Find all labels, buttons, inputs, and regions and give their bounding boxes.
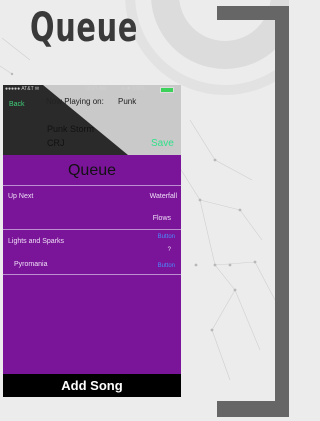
queue-heading: Queue [67, 162, 117, 179]
queue-item-button-2[interactable]: Button [158, 263, 175, 269]
battery-icon [160, 87, 174, 93]
add-song-button[interactable]: Add Song [3, 374, 181, 397]
status-battery-text: ⊕ ✱ 100% [121, 86, 145, 92]
queue-item-title[interactable]: Lights and Sparks [8, 238, 64, 245]
divider [3, 185, 181, 186]
divider [3, 229, 181, 230]
current-song-title: Punk Storm [47, 124, 95, 134]
up-next-artist: Flows [152, 215, 171, 222]
back-button[interactable]: Back [9, 101, 25, 108]
status-bar: ●●●●● AT&T ✉ 10:21 AM ⊕ ✱ 100% [3, 85, 181, 94]
bracket-side-bar [275, 6, 289, 406]
status-time: 10:21 AM [85, 86, 107, 92]
carrier-signal: ●●●●● AT&T ✉ [5, 86, 40, 92]
up-next-song: Waterfall [149, 193, 177, 200]
now-playing-station: Punk [118, 97, 137, 106]
queue-item-artist: Pyromania [14, 261, 48, 268]
phone-screen: ●●●●● AT&T ✉ 10:21 AM ⊕ ✱ 100% Back Now … [3, 85, 181, 397]
current-song-artist: CRJ [47, 138, 65, 148]
queue-item-button[interactable]: Button [158, 234, 175, 240]
now-playing-header: ●●●●● AT&T ✉ 10:21 AM ⊕ ✱ 100% Back Now … [3, 85, 181, 155]
up-next-label: Up Next [8, 193, 34, 200]
queue-item-marker: ? [167, 247, 171, 253]
slide-title: Queue [30, 5, 139, 51]
divider [3, 274, 181, 275]
now-playing-label: Now Playing on: [46, 97, 104, 106]
save-button[interactable]: Save [151, 138, 174, 149]
bracket-bottom-bar [217, 401, 289, 417]
